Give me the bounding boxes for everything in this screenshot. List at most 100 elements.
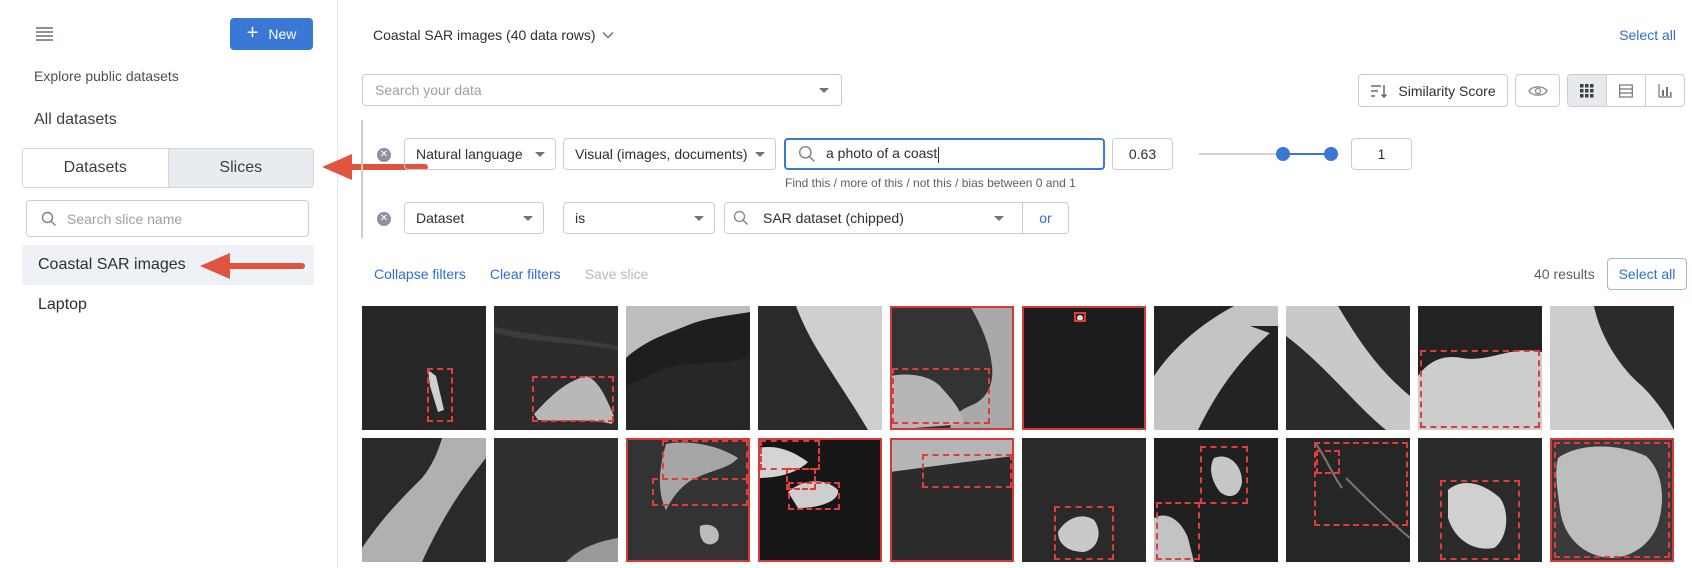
min-threshold-input[interactable]: 0.63: [1112, 138, 1173, 170]
detection-box: [760, 440, 820, 470]
search-icon: [798, 145, 815, 162]
slice-title: Coastal SAR images (40 data rows): [373, 27, 596, 43]
slider-high-handle[interactable]: [1324, 147, 1338, 161]
detection-box: [922, 454, 1012, 488]
image-tile[interactable]: [626, 438, 750, 562]
image-tile[interactable]: [1418, 306, 1542, 430]
image-tile[interactable]: [362, 306, 486, 430]
threshold-range-slider[interactable]: [1199, 147, 1339, 161]
sar-image: [626, 306, 750, 430]
sar-image: [494, 438, 618, 562]
sar-image: [1286, 306, 1410, 430]
search-data-input[interactable]: Search your data: [362, 74, 842, 106]
text-cursor: [938, 146, 940, 163]
arrow-to-coastal-slice: [200, 253, 305, 279]
filter-operator-select[interactable]: is: [563, 202, 715, 234]
image-tile[interactable]: [1550, 306, 1674, 430]
sar-image: [362, 306, 486, 430]
detection-box: [1420, 350, 1540, 428]
image-tile[interactable]: [1286, 438, 1410, 562]
sar-image: [758, 306, 882, 430]
image-tile[interactable]: [1022, 306, 1146, 430]
detection-box: [892, 368, 990, 424]
clear-filters-link[interactable]: Clear filters: [490, 266, 561, 282]
view-mode-toggle: [1567, 74, 1685, 107]
detection-box: [1554, 442, 1670, 558]
similarity-score-label: Similarity Score: [1398, 82, 1496, 99]
chevron-down-icon: [694, 215, 704, 221]
image-tile[interactable]: [1022, 438, 1146, 562]
detection-box: [1316, 450, 1340, 474]
select-all-link-top[interactable]: Select all: [1619, 27, 1676, 43]
max-threshold-input[interactable]: 1: [1351, 138, 1412, 170]
search-icon: [733, 210, 748, 225]
query-text: a photo of a coast: [826, 145, 938, 162]
main-panel: Coastal SAR images (40 data rows) Select…: [339, 0, 1692, 568]
filter-type-select[interactable]: Natural language: [404, 138, 556, 170]
or-button[interactable]: or: [1023, 202, 1069, 234]
image-tile[interactable]: [758, 438, 882, 562]
similarity-score-sort-button[interactable]: Similarity Score: [1358, 74, 1508, 107]
bar-chart-icon: [1658, 83, 1672, 98]
chevron-down-icon: [523, 215, 533, 221]
detection-box: [1200, 446, 1248, 504]
detection-box: [1074, 312, 1086, 322]
sar-image: [1154, 306, 1278, 430]
image-grid: [362, 306, 1674, 562]
detection-box: [427, 368, 453, 422]
image-tile[interactable]: [494, 306, 618, 430]
slider-low-handle[interactable]: [1276, 147, 1290, 161]
modality-select[interactable]: Visual (images, documents): [563, 138, 776, 170]
filter-group-indicator: [361, 120, 363, 238]
grid-icon: [1580, 83, 1594, 97]
analytics-view-button[interactable]: [1645, 75, 1684, 106]
chevron-down-icon: [535, 151, 545, 157]
grid-view-button[interactable]: [1568, 75, 1606, 106]
image-tile[interactable]: [1154, 306, 1278, 430]
sar-image: [1550, 306, 1674, 430]
modality-value: Visual (images, documents): [575, 146, 748, 162]
image-tile[interactable]: [626, 306, 750, 430]
detection-box: [1054, 506, 1114, 560]
dataset-value-select[interactable]: SAR dataset (chipped): [724, 202, 1023, 234]
sar-image: [362, 438, 486, 562]
sar-image: [1022, 306, 1146, 430]
image-tile[interactable]: [1154, 438, 1278, 562]
detection-box: [652, 478, 748, 506]
chevron-down-icon: [994, 215, 1004, 221]
image-tile[interactable]: [758, 306, 882, 430]
image-tile[interactable]: [362, 438, 486, 562]
chevron-down-icon: [819, 87, 829, 93]
results-count: 40 results: [1534, 266, 1595, 282]
chevron-down-icon: [602, 31, 614, 39]
remove-filter-icon[interactable]: ✕: [377, 212, 391, 226]
filter-field-select[interactable]: Dataset: [404, 202, 544, 234]
filter-operator-value: is: [575, 210, 586, 226]
save-slice-link: Save slice: [584, 266, 649, 282]
select-all-button[interactable]: Select all: [1607, 258, 1687, 290]
dataset-value: SAR dataset (chipped): [763, 210, 904, 226]
slice-title-dropdown[interactable]: Coastal SAR images (40 data rows): [373, 27, 614, 43]
visibility-toggle-button[interactable]: [1515, 74, 1560, 107]
eye-icon: [1527, 85, 1548, 96]
natural-language-query-input[interactable]: a photo of a coast: [784, 138, 1105, 170]
detection-box: [662, 440, 748, 480]
detection-box: [788, 482, 840, 510]
image-tile[interactable]: [1418, 438, 1542, 562]
collapse-filters-link[interactable]: Collapse filters: [374, 266, 466, 282]
list-icon: [1619, 83, 1633, 98]
remove-filter-icon[interactable]: ✕: [377, 148, 391, 162]
similarity-hint-text: Find this / more of this / not this / bi…: [785, 176, 1076, 190]
image-tile[interactable]: [890, 438, 1014, 562]
filter-actions: Collapse filters Clear filters Save slic…: [374, 266, 648, 282]
filter-field-value: Dataset: [416, 210, 465, 226]
image-tile[interactable]: [1286, 306, 1410, 430]
filter-type-value: Natural language: [416, 146, 523, 162]
image-tile[interactable]: [890, 306, 1014, 430]
detection-box: [1156, 502, 1200, 560]
image-tile[interactable]: [1550, 438, 1674, 562]
image-tile[interactable]: [494, 438, 618, 562]
search-data-placeholder: Search your data: [375, 82, 482, 98]
sort-icon: [1371, 84, 1388, 98]
list-view-button[interactable]: [1606, 75, 1645, 106]
